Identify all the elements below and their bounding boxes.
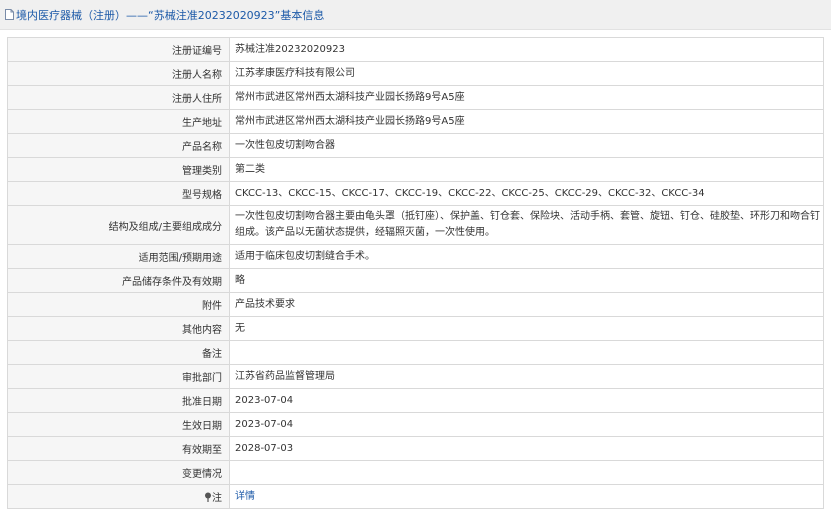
field-label: 附件 xyxy=(7,292,230,317)
table-row: 注册人住所 常州市武进区常州西太湖科技产业园长扬路9号A5座 xyxy=(7,85,824,110)
table-row: 批准日期 2023-07-04 xyxy=(7,388,824,413)
page-header: 境内医疗器械（注册）——“苏械注准20232020923”基本信息 xyxy=(0,0,831,30)
document-icon xyxy=(5,9,14,20)
table-row: 产品名称 一次性包皮切割吻合器 xyxy=(7,133,824,158)
field-label: 型号规格 xyxy=(7,181,230,206)
table-row: 生效日期 2023-07-04 xyxy=(7,412,824,437)
field-label: 结构及组成/主要组成成分 xyxy=(7,205,230,245)
field-value: 2023-07-04 xyxy=(229,388,824,413)
field-label: 适用范围/预期用途 xyxy=(7,244,230,269)
table-row: 审批部门 江苏省药品监督管理局 xyxy=(7,364,824,389)
note-label: 注 xyxy=(212,493,222,504)
field-value: 无 xyxy=(229,316,824,341)
field-value: 2028-07-03 xyxy=(229,436,824,461)
field-value: 江苏省药品监督管理局 xyxy=(229,364,824,389)
table-row: 注册人名称 江苏孝康医疗科技有限公司 xyxy=(7,61,824,86)
table-row: 备注 xyxy=(7,340,824,365)
info-table: 注册证编号 苏械注准20232020923 注册人名称 江苏孝康医疗科技有限公司 注册人… xyxy=(7,37,824,509)
field-value: 产品技术要求 xyxy=(229,292,824,317)
field-value: 2023-07-04 xyxy=(229,412,824,437)
field-value: 一次性包皮切割吻合器 xyxy=(229,133,824,158)
table-row: 其他内容无 xyxy=(7,316,824,341)
table-row: 变更情况 xyxy=(7,460,824,485)
field-value: 一次性包皮切割吻合器主要由龟头罩（抵钉座）、保护盖、钉仓套、保险块、活动手柄、套… xyxy=(229,205,824,245)
field-value xyxy=(229,340,824,365)
table-row: 管理类别 第二类 xyxy=(7,157,824,182)
field-label: 备注 xyxy=(7,340,230,365)
note-value-cell: 详情 xyxy=(229,484,824,509)
table-row: 型号规格 CKCC-13、CKCC-15、CKCC-17、CKCC-19、CKCC… xyxy=(7,181,824,206)
field-label: 注册人名称 xyxy=(7,61,230,86)
pin-icon xyxy=(204,492,212,502)
details-link[interactable]: 详情 xyxy=(235,491,255,502)
field-label: 批准日期 xyxy=(7,388,230,413)
field-label: 其他内容 xyxy=(7,316,230,341)
table-row: 结构及组成/主要组成成分 一次性包皮切割吻合器主要由龟头罩（抵钉座）、保护盖、钉仓… xyxy=(7,205,824,245)
note-label-cell: 注 xyxy=(7,484,230,509)
page-title: 境内医疗器械（注册）——“苏械注准20232020923”基本信息 xyxy=(16,8,325,22)
field-label: 生产地址 xyxy=(7,109,230,134)
field-label: 生效日期 xyxy=(7,412,230,437)
table-row: 产品储存条件及有效期略 xyxy=(7,268,824,293)
field-value: 适用于临床包皮切割缝合手术。 xyxy=(229,244,824,269)
field-value: 第二类 xyxy=(229,157,824,182)
field-value: 常州市武进区常州西太湖科技产业园长扬路9号A5座 xyxy=(229,85,824,110)
field-label: 产品名称 xyxy=(7,133,230,158)
table-row: 适用范围/预期用途 适用于临床包皮切割缝合手术。 xyxy=(7,244,824,269)
field-label: 审批部门 xyxy=(7,364,230,389)
field-value: 常州市武进区常州西太湖科技产业园长扬路9号A5座 xyxy=(229,109,824,134)
table-row: 注册证编号 苏械注准20232020923 xyxy=(7,37,824,62)
field-label: 变更情况 xyxy=(7,460,230,485)
field-label: 产品储存条件及有效期 xyxy=(7,268,230,293)
field-value: CKCC-13、CKCC-15、CKCC-17、CKCC-19、CKCC-22、… xyxy=(229,181,824,206)
field-value xyxy=(229,460,824,485)
field-label: 有效期至 xyxy=(7,436,230,461)
table-row: 生产地址 常州市武进区常州西太湖科技产业园长扬路9号A5座 xyxy=(7,109,824,134)
field-value: 略 xyxy=(229,268,824,293)
table-row: 附件 产品技术要求 xyxy=(7,292,824,317)
field-label: 注册证编号 xyxy=(7,37,230,62)
field-value: 苏械注准20232020923 xyxy=(229,37,824,62)
field-label: 注册人住所 xyxy=(7,85,230,110)
table-row-note: 注 详情 xyxy=(7,484,824,509)
field-label: 管理类别 xyxy=(7,157,230,182)
table-row: 有效期至 2028-07-03 xyxy=(7,436,824,461)
field-value: 江苏孝康医疗科技有限公司 xyxy=(229,61,824,86)
